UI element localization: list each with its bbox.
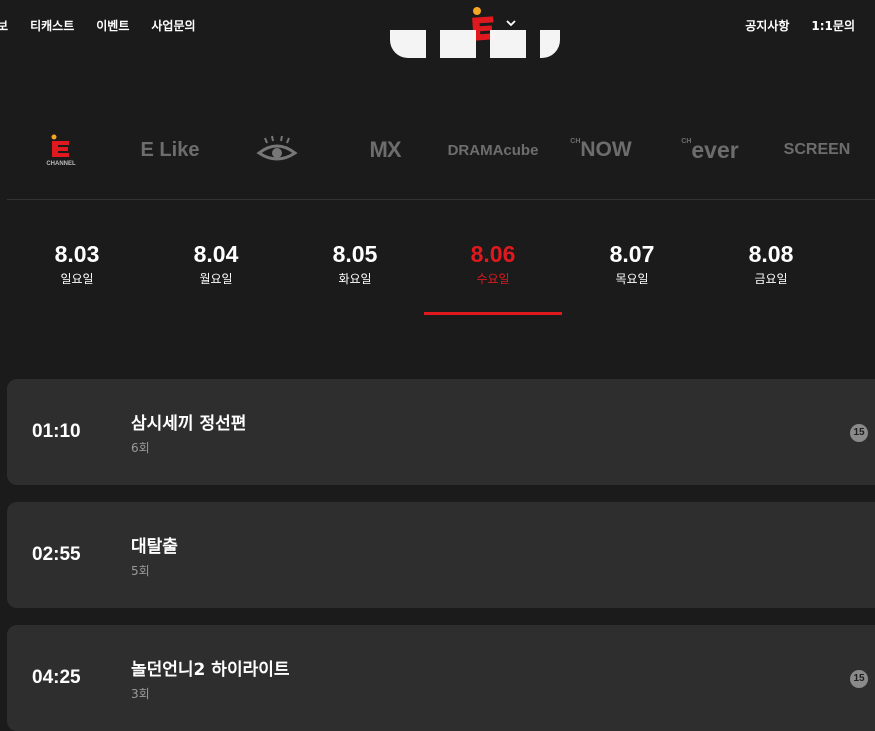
date-tab-0806-active[interactable]: 8.06 수요일 — [424, 240, 562, 315]
chnow-prefix: CH — [570, 138, 581, 145]
screen-logo-icon: SCREEN — [783, 141, 851, 158]
date-value: 8.07 — [609, 241, 655, 267]
program-title: 대탈출 — [131, 537, 178, 557]
date-value: 8.08 — [748, 241, 794, 267]
channel-dramacube[interactable]: DRAMAcube — [447, 132, 539, 168]
dramacube-logo-icon: DRAMAcube — [447, 141, 539, 159]
channel-label: CHANNEL — [46, 160, 76, 167]
nav-item-event[interactable]: 이벤트 — [96, 17, 129, 34]
age-rating-badge: 15 — [850, 424, 868, 442]
echannel-logo-icon — [51, 134, 69, 157]
episode-number: 3회 — [131, 687, 150, 701]
channel-elike[interactable]: E Like — [135, 132, 205, 168]
schedule-item[interactable]: 04:25 놀던언니2 하이라이트 3회 15 — [7, 625, 875, 731]
date-value: 8.05 — [332, 241, 378, 267]
schedule-time: 04:25 — [32, 667, 81, 688]
schedule-time: 02:55 — [32, 544, 81, 565]
date-tab-0807[interactable]: 8.07 목요일 — [563, 240, 701, 287]
nav-item-tcast[interactable]: 티캐스트 — [30, 17, 74, 34]
date-weekday: 월요일 — [199, 272, 233, 286]
date-weekday: 화요일 — [338, 272, 372, 286]
channel-echannel[interactable]: CHANNEL — [40, 132, 82, 168]
date-weekday: 수요일 — [476, 272, 510, 286]
nav-item-inquiry[interactable]: 1:1문의 — [811, 17, 855, 34]
date-tab-0808[interactable]: 8.08 금요일 — [702, 240, 840, 287]
schedule-time: 01:10 — [32, 421, 81, 442]
date-tabs: 8.03 일요일 8.04 월요일 8.05 화요일 8.06 수요일 8.07… — [8, 240, 868, 320]
chevron-down-icon[interactable] — [504, 16, 518, 30]
active-tab-indicator — [424, 312, 562, 315]
date-value: 8.03 — [54, 241, 100, 267]
nav-item-info[interactable]: 정보 — [0, 17, 8, 34]
page-heading-graphic — [390, 30, 560, 62]
section-divider — [7, 199, 875, 200]
episode-number: 6회 — [131, 441, 150, 455]
chever-prefix: CH — [681, 138, 692, 145]
chever-logo-icon: ever — [691, 136, 739, 163]
date-weekday: 목요일 — [615, 272, 649, 286]
nav-left: 정보 티캐스트 이벤트 사업문의 — [0, 17, 218, 34]
channel-list: CHANNEL E Like MX DRAMAcube CH NOW CH ev… — [0, 118, 875, 184]
nav-item-notice[interactable]: 공지사항 — [745, 17, 789, 34]
nav-item-business[interactable]: 사업문의 — [151, 17, 195, 34]
date-value: 8.04 — [193, 241, 239, 267]
mx-logo-icon: MX — [369, 137, 402, 162]
channel-chnow[interactable]: CH NOW — [568, 132, 634, 168]
date-tab-0803[interactable]: 8.03 일요일 — [8, 240, 146, 287]
chnow-logo-icon: NOW — [580, 138, 632, 161]
date-weekday: 일요일 — [60, 272, 94, 286]
schedule-item[interactable]: 01:10 삼시세끼 정선편 6회 15 — [7, 379, 875, 485]
episode-number: 5회 — [131, 564, 150, 578]
date-tab-0805[interactable]: 8.05 화요일 — [286, 240, 424, 287]
age-rating-badge: 15 — [850, 670, 868, 688]
date-weekday: 금요일 — [754, 272, 788, 286]
elike-logo-icon: E Like — [140, 138, 200, 161]
channel-eye[interactable] — [252, 132, 302, 168]
eye-channel-logo-icon — [256, 135, 298, 161]
channel-mx[interactable]: MX — [360, 132, 410, 168]
nav-right: 공지사항 1:1문의 — [723, 17, 855, 34]
date-value: 8.06 — [470, 241, 516, 267]
channel-chever[interactable]: CH ever — [676, 132, 744, 168]
channel-screen[interactable]: SCREEN — [782, 132, 852, 168]
schedule-item[interactable]: 02:55 대탈출 5회 — [7, 502, 875, 608]
program-title: 놀던언니2 하이라이트 — [131, 660, 290, 680]
date-tab-0804[interactable]: 8.04 월요일 — [147, 240, 285, 287]
program-title: 삼시세끼 정선편 — [131, 414, 247, 434]
